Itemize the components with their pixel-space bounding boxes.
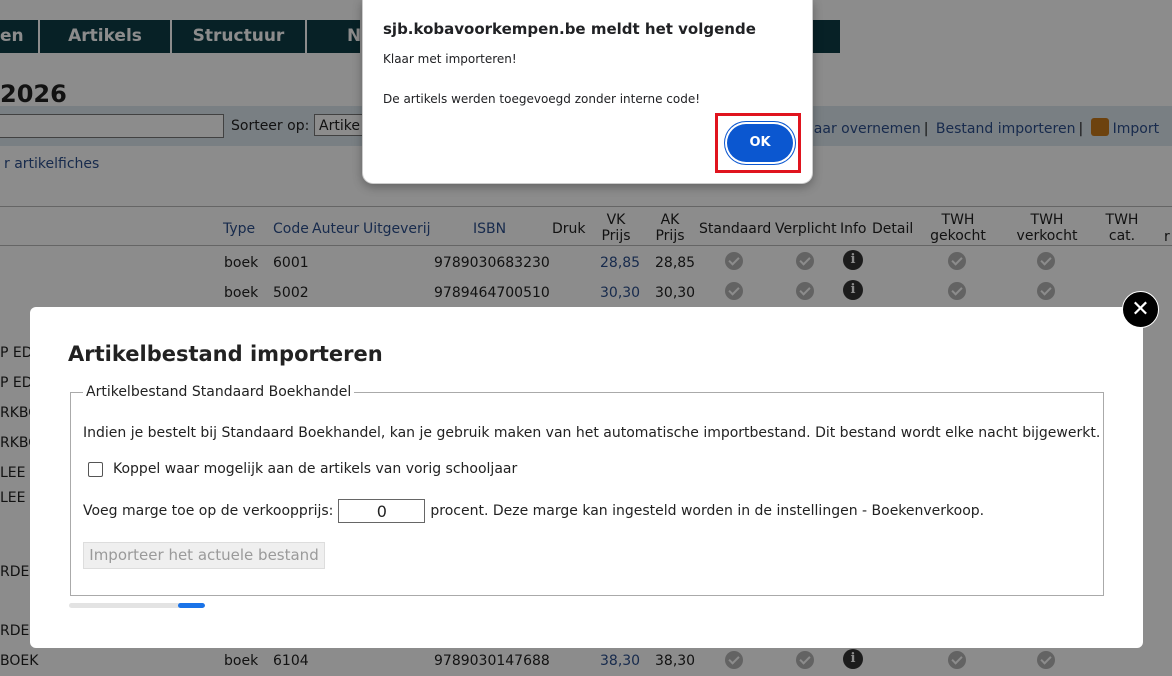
- import-current-file-button[interactable]: Importeer het actuele bestand: [83, 542, 325, 569]
- alert-title: sjb.kobavoorkempen.be meldt het volgende: [383, 20, 756, 38]
- modal-title: Artikelbestand importeren: [68, 342, 383, 366]
- import-progress-bar: [69, 603, 205, 608]
- alert-message-2: De artikels werden toegevoegd zonder int…: [383, 92, 701, 106]
- import-modal: Artikelbestand importeren Artikelbestand…: [30, 307, 1143, 648]
- margin-row: Voeg marge toe op de verkoopprijs: 0 pro…: [83, 499, 984, 523]
- margin-label: Voeg marge toe op de verkoopprijs:: [83, 503, 334, 519]
- close-icon[interactable]: ✕: [1122, 291, 1159, 328]
- progress-fill: [177, 603, 205, 608]
- fieldset-legend: Artikelbestand Standaard Boekhandel: [83, 384, 355, 400]
- import-description: Indien je bestelt bij Standaard Boekhand…: [83, 425, 1101, 441]
- alert-message-1: Klaar met importeren!: [383, 52, 517, 66]
- ok-button[interactable]: OK: [725, 122, 795, 164]
- margin-suffix: procent. Deze marge kan ingesteld worden…: [430, 503, 985, 519]
- alert-dialog: sjb.kobavoorkempen.be meldt het volgende…: [362, 0, 813, 184]
- link-previous-year-checkbox[interactable]: [88, 461, 103, 477]
- import-fieldset: Artikelbestand Standaard Boekhandel Indi…: [70, 384, 1104, 596]
- link-previous-year-row: Koppel waar mogelijk aan de artikels van…: [83, 461, 517, 477]
- link-previous-year-label: Koppel waar mogelijk aan de artikels van…: [113, 461, 518, 477]
- margin-input[interactable]: 0: [338, 499, 426, 523]
